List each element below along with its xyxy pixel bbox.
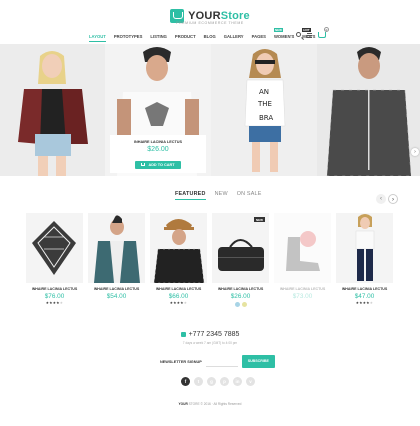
tab-featured[interactable]: FEATURED xyxy=(175,191,206,200)
product-grid: INHAIRE LACINIA LECTUS $76.00 ★★★★★ INHA… xyxy=(26,213,396,313)
new-badge: NEW xyxy=(254,217,265,222)
product-card[interactable]: INHAIRE LACINIA LECTUS $66.00 ★★★★★ xyxy=(150,213,207,313)
cart-icon xyxy=(141,163,146,166)
product-image[interactable] xyxy=(274,213,331,283)
product-name[interactable]: INHAIRE LACINIA LECTUS xyxy=(88,287,145,291)
product-card[interactable]: INHAIRE LACINIA LECTUS $47.00 ★★★★★ xyxy=(336,213,393,313)
product-price: $47.00 xyxy=(354,292,375,300)
cart-icon[interactable]: 0 xyxy=(318,27,329,38)
product-card[interactable]: NEW INHAIRE LACINIA LECTUS $26.00 xyxy=(212,213,269,313)
product-tabs: FEATURED NEW ON SALE xyxy=(175,191,271,200)
vimeo-icon[interactable]: v xyxy=(246,377,255,386)
carousel-pager: ‹ › xyxy=(374,194,398,204)
product-name[interactable]: INHAIRE LACINIA LECTUS xyxy=(26,287,83,291)
model-image: AN THE BRA xyxy=(244,49,286,172)
hero-slider[interactable]: AN THE BRA › xyxy=(0,44,420,176)
product-image[interactable] xyxy=(336,213,393,283)
menu-icon[interactable] xyxy=(307,32,312,38)
search-icon[interactable] xyxy=(296,32,301,37)
hero-slide-1[interactable] xyxy=(0,44,105,176)
cart-count: 0 xyxy=(324,27,329,32)
nav-item-layout[interactable]: LAYOUT xyxy=(89,31,106,42)
hero-slide-4[interactable] xyxy=(317,44,420,176)
swatch-blue[interactable] xyxy=(234,301,240,307)
prev-button[interactable]: ‹ xyxy=(376,194,386,204)
product-price: $76.00 xyxy=(44,292,65,300)
rating: ★★★★★ xyxy=(169,301,188,305)
add-to-cart-button[interactable]: ADD TO CART xyxy=(135,160,181,169)
product-name[interactable]: INHAIRE LACINIA LECTUS xyxy=(212,287,269,291)
product-image[interactable] xyxy=(88,213,145,283)
newsletter-email-input[interactable] xyxy=(205,356,238,367)
new-badge: NEW xyxy=(273,28,283,32)
rating: ★★★★★ xyxy=(355,301,374,305)
shirt-text-2: THE xyxy=(257,100,272,108)
shirt-text-1: AN xyxy=(259,88,269,96)
hero-product-name: INHAIRE LACINIA LECTUS xyxy=(133,140,183,144)
nav-item-listing[interactable]: LISTING xyxy=(150,31,167,41)
product-card[interactable]: INHAIRE LACINIA LECTUS $76.00 ★★★★★ xyxy=(26,213,83,313)
contact-phone: +777 2345 7885 xyxy=(0,331,420,338)
swatch-yellow[interactable] xyxy=(241,301,247,307)
color-swatches xyxy=(212,301,269,307)
google-plus-icon[interactable]: g xyxy=(207,377,216,386)
subscribe-button[interactable]: SUBSCRIBE xyxy=(241,355,275,368)
facebook-icon[interactable]: f xyxy=(181,377,190,386)
social-links: f t g p in v xyxy=(181,377,259,386)
product-name[interactable]: INHAIRE LACINIA LECTUS xyxy=(274,287,331,291)
hero-product-price: $26.00 xyxy=(147,146,169,153)
brand-tagline: PREMIUM ECOMMERCE THEME xyxy=(176,21,244,25)
hero-slide-3[interactable]: AN THE BRA xyxy=(211,44,317,176)
linkedin-icon[interactable]: in xyxy=(233,377,242,386)
nav-item-prototypes[interactable]: PROTOTYPES xyxy=(114,31,143,41)
newsletter-label: NEWSLETTER SIGNUP xyxy=(160,359,202,364)
product-price: $66.00 xyxy=(168,292,189,300)
tab-new[interactable]: NEW xyxy=(215,191,228,200)
phone-icon xyxy=(180,331,186,337)
twitter-icon[interactable]: t xyxy=(194,377,203,386)
main-nav: LAYOUT PROTOTYPES LISTING PRODUCT BLOG G… xyxy=(89,28,323,42)
product-image[interactable] xyxy=(150,213,207,283)
next-button[interactable]: › xyxy=(388,194,398,204)
nav-item-blog[interactable]: BLOG xyxy=(204,31,216,41)
model-image xyxy=(18,51,88,176)
product-price: $54.00 xyxy=(106,292,127,300)
nav-item-product[interactable]: PRODUCT xyxy=(175,31,196,41)
product-image[interactable]: NEW xyxy=(212,213,269,283)
header-icons: 0 xyxy=(296,27,332,38)
rating: ★★★★★ xyxy=(45,301,64,305)
model-image xyxy=(326,47,412,176)
nav-item-womens[interactable]: NEW WOMEN'S xyxy=(273,28,294,41)
product-name[interactable]: INHAIRE LACINIA LECTUS xyxy=(150,287,207,291)
tab-on-sale[interactable]: ON SALE xyxy=(237,191,262,200)
nav-item-pages[interactable]: PAGES xyxy=(252,31,266,41)
product-name[interactable]: INHAIRE LACINIA LECTUS xyxy=(336,287,393,291)
contact-hours: 7 days a week 7 am (GMT) to 4:00 pm xyxy=(182,341,238,345)
product-image[interactable] xyxy=(26,213,83,283)
product-card[interactable]: INHAIRE LACINIA LECTUS $73.00 xyxy=(274,213,331,313)
nav-item-gallery[interactable]: GALLERY xyxy=(224,31,244,41)
hero-product-card: INHAIRE LACINIA LECTUS $26.00 ADD TO CAR… xyxy=(110,135,206,173)
product-price: $73.00 xyxy=(292,292,313,300)
newsletter: NEWSLETTER SIGNUP SUBSCRIBE xyxy=(160,355,275,368)
product-price: $26.00 xyxy=(230,292,251,300)
shirt-text-3: BRA xyxy=(259,114,273,122)
footer-copyright: YOUR STORE © 2016 · All Rights Reserved xyxy=(178,402,242,406)
slider-next-button[interactable]: › xyxy=(411,148,419,156)
pinterest-icon[interactable]: p xyxy=(220,377,229,386)
product-card[interactable]: INHAIRE LACINIA LECTUS $54.00 xyxy=(88,213,145,313)
